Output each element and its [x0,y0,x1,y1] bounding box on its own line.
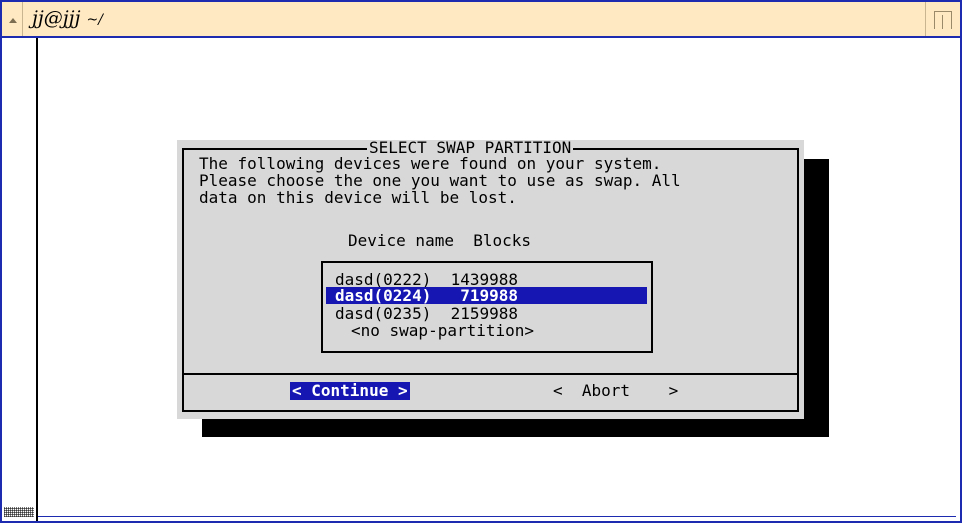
list-item[interactable]: <no swap-partition> [351,322,534,339]
column-headers: Device name Blocks [348,231,532,250]
window-title-user: jj@jjj [32,7,81,29]
triangle-up-icon [9,18,17,23]
button-divider [182,373,799,375]
terminal-left-border [36,38,38,521]
maximize-button[interactable] [925,2,960,36]
resize-grip-icon[interactable] [4,507,34,517]
terminal-bottom-border [38,516,956,517]
list-item[interactable]: dasd(0235) 2159988 [335,305,518,322]
continue-button[interactable]: < Continue > [290,382,410,400]
maximize-icon [934,11,952,29]
swap-partition-dialog: SELECT SWAP PARTITION The following devi… [177,140,804,419]
window-title: jj@jjj ~/ [32,7,103,29]
device-list[interactable]: dasd(0222) 1439988 dasd(0224) 719988 das… [321,261,653,353]
list-item-selected[interactable]: dasd(0224) 719988 [326,287,647,304]
window-menu-button[interactable] [2,2,23,36]
abort-button[interactable]: < Abort > [553,382,678,400]
window-title-path: ~/ [86,12,103,28]
title-bar[interactable]: jj@jjj ~/ [2,2,960,38]
dialog-message: The following devices were found on your… [199,154,681,207]
